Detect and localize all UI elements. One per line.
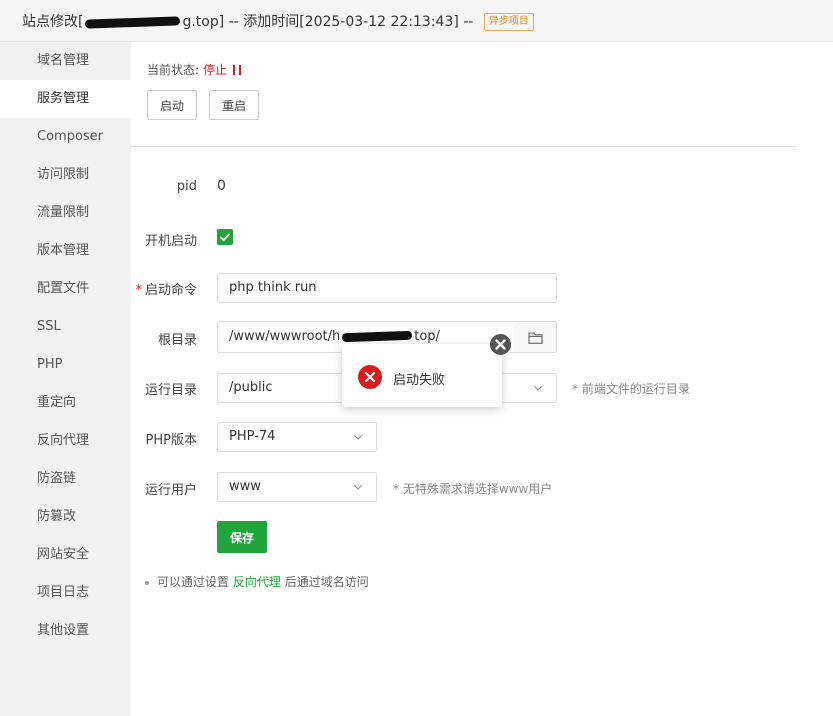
- command-label: * 启动命令: [131, 279, 197, 298]
- sidebar-item-composer[interactable]: Composer: [0, 118, 131, 156]
- note-suffix: 后通过域名访问: [284, 575, 369, 589]
- restart-button[interactable]: 重启: [209, 90, 259, 120]
- sidebar-item-hotlink[interactable]: 防盗链: [0, 460, 131, 498]
- redacted-mark: [342, 330, 413, 343]
- run-dir-hint: * 前端文件的运行目录: [572, 382, 690, 396]
- root-value-suffix: top/: [414, 329, 440, 344]
- start-button[interactable]: 启动: [147, 90, 197, 120]
- sidebar-item-version[interactable]: 版本管理: [0, 232, 131, 270]
- reverse-proxy-link[interactable]: 反向代理: [233, 575, 281, 589]
- toast-message: 启动失败: [393, 373, 446, 388]
- error-icon: [358, 365, 382, 389]
- chevron-down-icon: [353, 434, 363, 440]
- sidebar-item-ssl[interactable]: SSL: [0, 308, 131, 346]
- error-toast: 启动失败: [342, 344, 502, 407]
- sidebar: 域名管理 服务管理 Composer 访问限制 流量限制 版本管理 配置文件 S…: [0, 42, 131, 716]
- sidebar-item-tamper[interactable]: 防篡改: [0, 498, 131, 536]
- run-user-value: www: [229, 479, 261, 494]
- pid-label: pid: [176, 179, 197, 194]
- run-dir-label: 运行目录: [144, 383, 197, 398]
- title-bar: 站点修改[ g.top] -- 添加时间[2025-03-12 22:13:43]…: [0, 0, 833, 42]
- sidebar-item-domain[interactable]: 域名管理: [0, 42, 131, 80]
- toast-close-button[interactable]: [488, 332, 513, 357]
- folder-icon: [528, 332, 543, 344]
- window-title-suffix: g.top] -- 添加时间[2025-03-12 22:13:43] --: [182, 14, 474, 30]
- service-status: 当前状态: 停止: [147, 61, 242, 78]
- php-version-select[interactable]: PHP-74: [217, 422, 377, 452]
- root-value-prefix: /www/wwwroot/h: [229, 329, 341, 344]
- autostart-label: 开机启动: [144, 234, 197, 249]
- bullet: [145, 580, 149, 585]
- window-title-text: 站点修改[: [22, 14, 84, 30]
- root-label: 根目录: [157, 333, 197, 348]
- run-user-hint: * 无特殊需求请选择www用户: [393, 482, 553, 496]
- required-mark: *: [135, 283, 142, 298]
- php-version-label: PHP版本: [145, 433, 197, 448]
- status-value: 停止: [203, 63, 228, 77]
- redacted-mark: [85, 15, 181, 29]
- sidebar-item-service[interactable]: 服务管理: [0, 80, 131, 118]
- sidebar-item-security[interactable]: 网站安全: [0, 536, 131, 574]
- sidebar-item-php[interactable]: PHP: [0, 346, 131, 384]
- run-user-select[interactable]: www: [217, 472, 377, 502]
- status-label: 当前状态:: [147, 63, 200, 77]
- save-button[interactable]: 保存: [217, 521, 267, 553]
- sidebar-item-reverse-proxy[interactable]: 反向代理: [0, 422, 131, 460]
- pid-value: 0: [217, 178, 226, 194]
- chevron-down-icon: [353, 484, 363, 490]
- php-version-value: PHP-74: [229, 429, 276, 444]
- chevron-down-icon: [533, 385, 543, 391]
- sidebar-item-access-limit[interactable]: 访问限制: [0, 156, 131, 194]
- note-prefix: 可以通过设置: [157, 575, 230, 589]
- sidebar-item-logs[interactable]: 项目日志: [0, 574, 131, 612]
- autostart-checkbox[interactable]: [217, 229, 233, 245]
- divider: [131, 146, 796, 147]
- sidebar-item-redirect[interactable]: 重定向: [0, 384, 131, 422]
- check-icon: [219, 233, 231, 242]
- browse-folder-button[interactable]: [514, 321, 557, 353]
- run-user-label: 运行用户: [144, 483, 197, 498]
- command-label-text: 启动命令: [144, 283, 197, 298]
- sidebar-item-other[interactable]: 其他设置: [0, 612, 131, 650]
- run-dir-value: /public: [229, 380, 273, 395]
- async-project-badge: 异步项目: [483, 13, 534, 31]
- sidebar-item-config[interactable]: 配置文件: [0, 270, 131, 308]
- proxy-note: 可以通过设置 反向代理 后通过域名访问: [145, 573, 369, 590]
- sidebar-item-traffic-limit[interactable]: 流量限制: [0, 194, 131, 232]
- pause-icon: [233, 65, 242, 75]
- command-input[interactable]: php think run: [217, 273, 557, 303]
- window-title: 站点修改[ g.top] -- 添加时间[2025-03-12 22:13:43]…: [22, 11, 534, 31]
- close-icon: [495, 339, 506, 350]
